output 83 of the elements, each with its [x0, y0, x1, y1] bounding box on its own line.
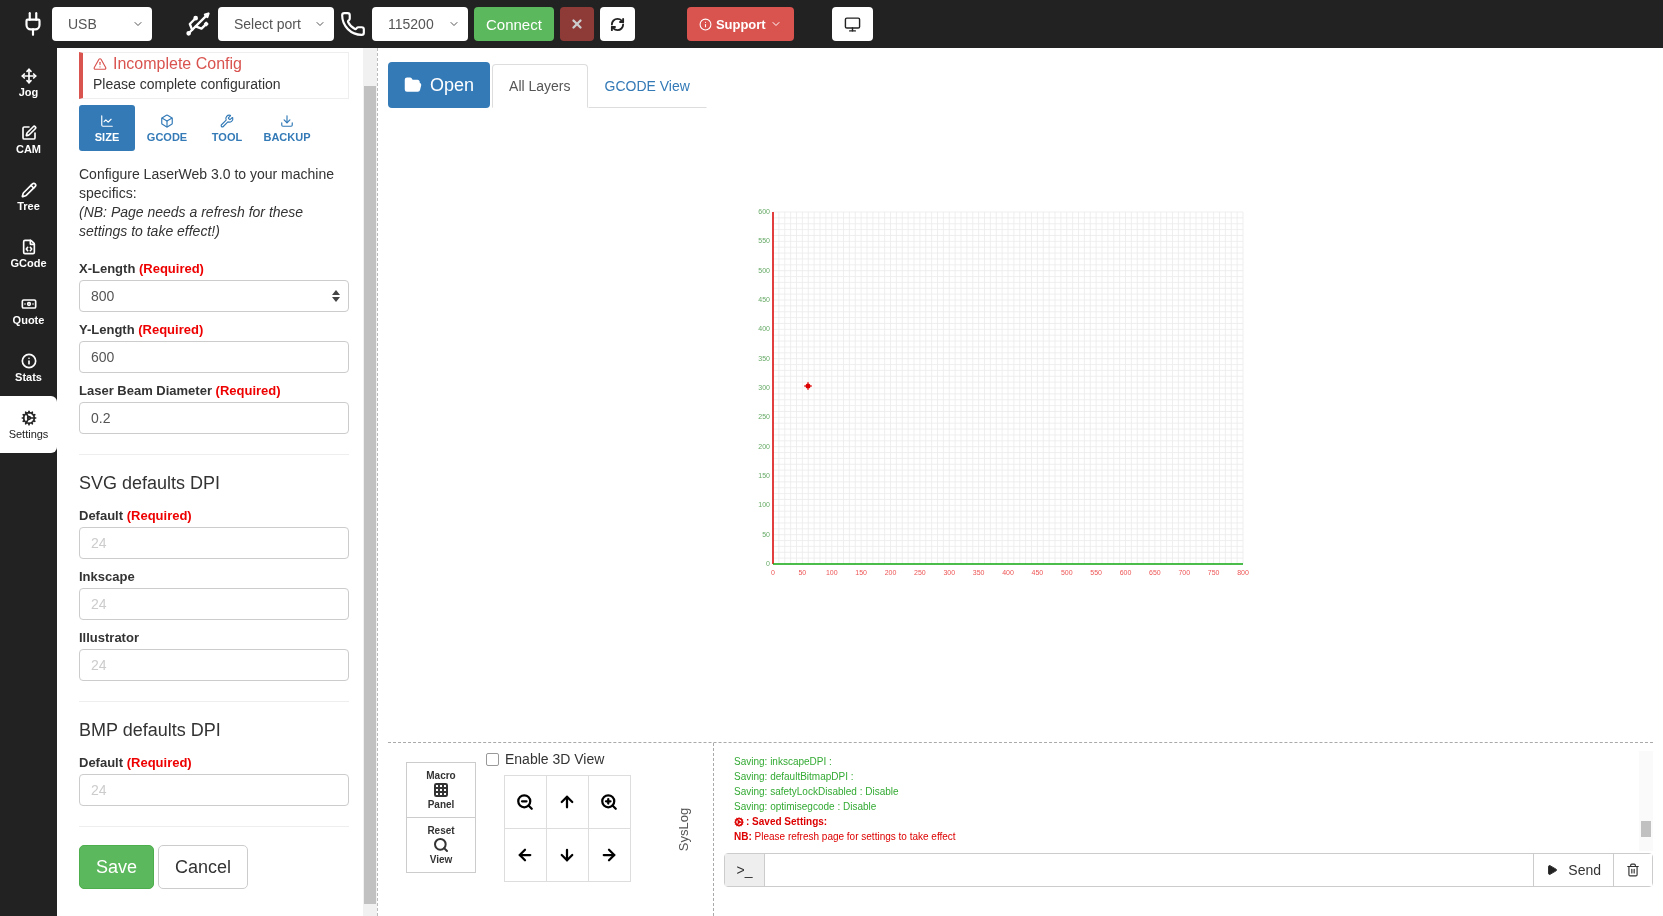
log-line: Saving: optimisegcode : Disable [734, 800, 877, 814]
code-file-icon [20, 238, 37, 255]
cancel-button[interactable]: Cancel [158, 845, 249, 889]
scrollbar[interactable] [363, 48, 377, 916]
zoom-out-button[interactable] [503, 774, 547, 829]
cube-icon [160, 113, 174, 128]
trash-button[interactable] [1613, 854, 1652, 886]
prompt-label: >_ [725, 854, 765, 886]
chart-icon [100, 113, 114, 128]
spinner-icon[interactable] [331, 289, 341, 303]
checkbox-label: Enable 3D View [505, 751, 605, 767]
support-button[interactable]: Support [686, 7, 794, 41]
download-icon [280, 113, 294, 128]
alert-title: Incomplete Config [113, 55, 242, 73]
alert-text: Please complete configuration [93, 76, 282, 92]
nav-item[interactable]: GCode [0, 225, 57, 282]
field-label: Y-Length (Required) [79, 322, 205, 337]
settings-tab[interactable]: SIZE [79, 105, 135, 151]
settings-icon [20, 409, 37, 426]
left-button[interactable] [503, 827, 547, 882]
zoom-in-icon [600, 792, 618, 811]
settings-tab[interactable]: BACKUP [259, 105, 315, 151]
view-tab[interactable]: All Layers [492, 64, 588, 108]
info-icon [698, 17, 712, 31]
nav-item[interactable]: Tree [0, 168, 57, 225]
nav-item[interactable]: Quote [0, 282, 57, 339]
gears-icon [734, 817, 744, 827]
nav-item[interactable]: Settings [0, 396, 57, 453]
description-text: Configure LaserWeb 3.0 to your machine specifics: [79, 165, 335, 203]
nav-item[interactable]: Jog [0, 54, 57, 111]
macro-panel-button[interactable]: Macro Panel [406, 762, 476, 818]
phone-icon [340, 11, 366, 37]
nav-item[interactable]: CAM [0, 111, 57, 168]
baud-select[interactable]: 115200 [372, 7, 468, 41]
monitor-icon [843, 15, 861, 33]
syslog-label: SysLog [676, 807, 691, 852]
field-label: Laser Beam Diameter (Required) [79, 383, 282, 398]
wrench-icon [220, 113, 234, 128]
log-line: : Saved Settings: [746, 815, 828, 829]
section-heading: BMP defaults DPI [79, 720, 222, 741]
field-label: Default (Required) [79, 508, 193, 523]
move-icon [20, 67, 37, 84]
zoom-in-button[interactable] [587, 774, 631, 829]
play-icon [1546, 864, 1559, 876]
screen-button[interactable] [831, 7, 873, 41]
log-line: Saving: safetyLockDisabled : Disable [734, 785, 899, 799]
input-field[interactable]: 600 [79, 341, 349, 373]
crosshair-icon [803, 381, 812, 391]
field-label: X-Length (Required) [79, 261, 205, 276]
folder-icon [404, 76, 422, 94]
checkbox[interactable] [486, 752, 499, 766]
warning-icon [93, 57, 107, 71]
settings-tab[interactable]: GCODE [139, 105, 195, 151]
search-icon [433, 837, 449, 853]
input-field[interactable]: 0.2 [79, 402, 349, 434]
reset-view-button[interactable]: Reset View [406, 817, 476, 873]
log-scrollbar[interactable] [1639, 751, 1653, 851]
input-field[interactable]: 800 [79, 280, 349, 312]
section-heading: SVG defaults DPI [79, 473, 222, 494]
info-icon [20, 352, 37, 369]
refresh-button[interactable] [599, 7, 635, 41]
open-button[interactable]: Open [388, 62, 491, 108]
close-icon [569, 17, 584, 31]
field-label: Default (Required) [79, 755, 193, 770]
edit-icon [20, 124, 37, 141]
note-text: (NB: Page needs a refresh for these settings to take effect!) [79, 203, 305, 241]
field-label: Inkscape [79, 569, 136, 584]
log-line: Saving: inkscapeDPI : [734, 755, 832, 769]
log-line: NB: Please refresh page for settings to take effect [734, 830, 956, 844]
field-label: Illustrator [79, 630, 140, 645]
refresh-icon [609, 16, 625, 32]
pencil-icon [20, 181, 37, 198]
zoom-out-icon [516, 792, 534, 811]
disconnect-button[interactable] [559, 7, 594, 41]
grid-icon [433, 782, 449, 798]
usb-icon [184, 10, 212, 38]
right-button[interactable] [587, 827, 631, 882]
port-select[interactable]: Select port [218, 7, 334, 41]
log-line: Saving: defaultBitmapDPI : [734, 770, 854, 784]
settings-tab[interactable]: TOOL [199, 105, 255, 151]
connection-select[interactable]: USB [52, 7, 152, 41]
nav-item[interactable]: Stats [0, 339, 57, 396]
trash-icon [1626, 863, 1640, 877]
